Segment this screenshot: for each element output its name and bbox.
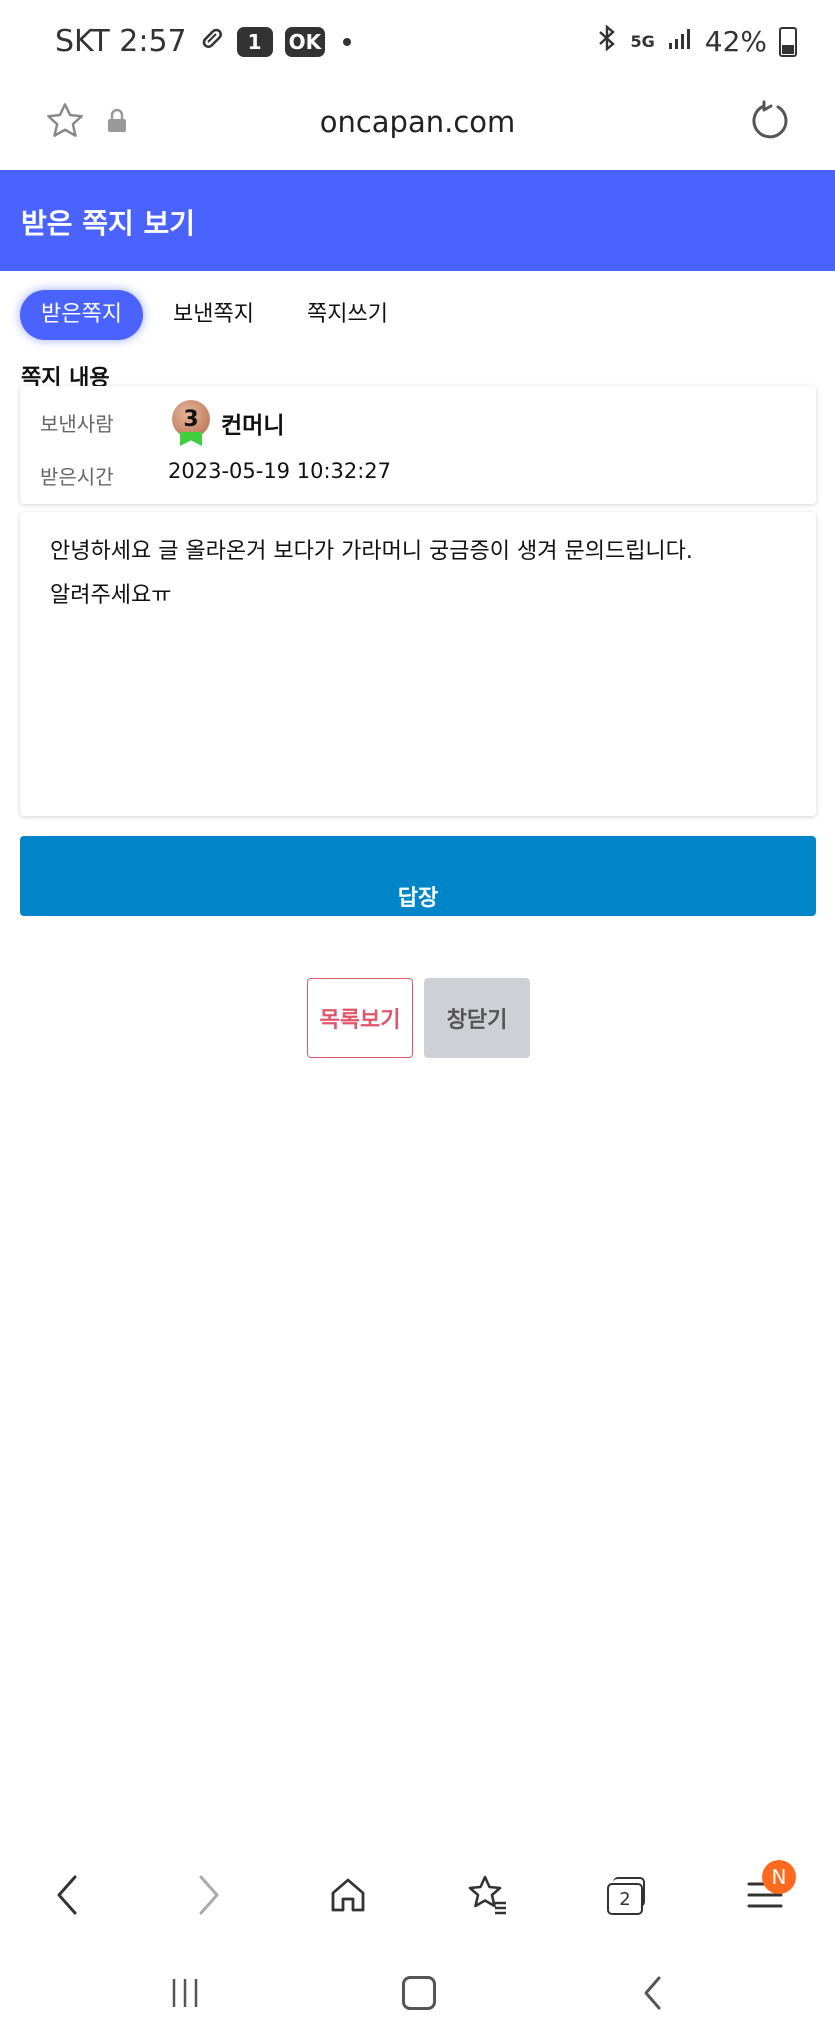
ok-cashbag-icon: OK: [284, 26, 326, 57]
reply-button[interactable]: 답장: [20, 836, 816, 916]
menu-new-badge: N: [762, 1860, 796, 1894]
battery-percent: 42%: [704, 25, 767, 58]
url-text[interactable]: oncapan.com: [0, 105, 835, 139]
network-5g-icon: 5G: [630, 32, 655, 51]
sender-label: 보낸사람: [40, 412, 114, 436]
status-bar-left: SKT 2:57 1 OK: [55, 24, 352, 59]
pill-icon: [199, 24, 225, 59]
received-time: 2023-05-19 10:32:27: [168, 459, 392, 483]
time-label: 받은시간: [40, 465, 114, 489]
sender-name[interactable]: 컨머니: [221, 406, 284, 440]
system-back-icon[interactable]: [623, 1970, 683, 2015]
bookmarks-icon[interactable]: [457, 1870, 517, 1920]
recent-apps-icon[interactable]: [155, 1970, 215, 2015]
notification-count-badge: 1: [236, 26, 273, 57]
list-button[interactable]: 목록보기: [307, 978, 413, 1058]
tab-received[interactable]: 받은쪽지: [20, 290, 143, 340]
home-button-icon[interactable]: [389, 1970, 449, 2015]
home-icon[interactable]: [318, 1870, 378, 1920]
battery-icon: [779, 26, 797, 57]
page-title: 받은 쪽지 보기: [21, 207, 196, 240]
tab-compose[interactable]: 쪽지쓰기: [307, 290, 388, 340]
more-notifications-dot: [343, 37, 352, 46]
message-meta-card: [20, 386, 816, 504]
close-button[interactable]: 창닫기: [424, 978, 530, 1058]
message-body: 안녕하세요 글 올라온거 보다가 가라머니 궁금증이 생겨 문의드립니다. 알려…: [50, 539, 693, 608]
signal-icon: [667, 25, 693, 58]
sender-level: 3: [183, 406, 199, 432]
back-icon[interactable]: [38, 1870, 98, 1920]
tabs-count: 2: [607, 1883, 643, 1915]
status-bar-right: 5G 42%: [595, 24, 797, 59]
tabs-icon[interactable]: 2: [597, 1870, 657, 1920]
reload-icon[interactable]: [748, 99, 792, 147]
tab-sent[interactable]: 보낸쪽지: [173, 290, 254, 340]
carrier-time: SKT 2:57: [55, 24, 187, 59]
forward-icon[interactable]: [178, 1870, 238, 1920]
bluetooth-icon: [595, 24, 619, 59]
